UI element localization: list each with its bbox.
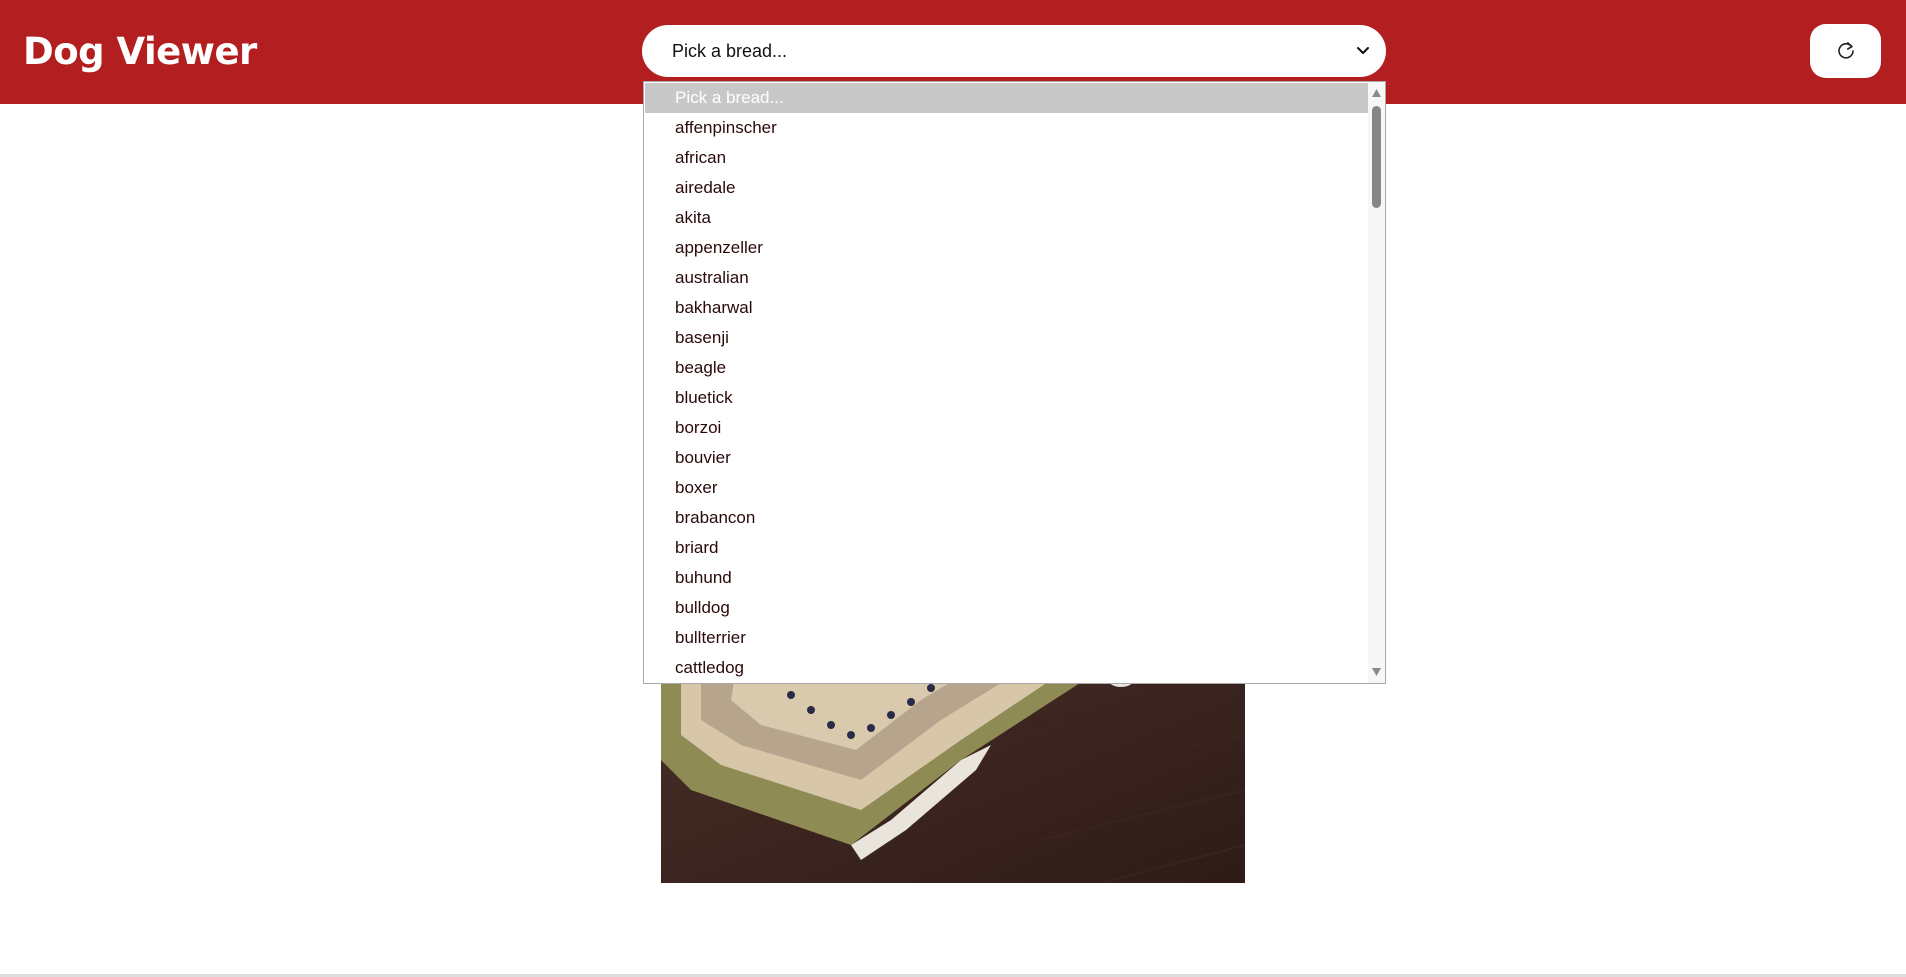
breed-option[interactable]: boxer [645,473,1368,503]
dropdown-scrollbar[interactable] [1368,82,1385,683]
breed-option[interactable]: cattledog [645,653,1368,683]
breed-option[interactable]: briard [645,533,1368,563]
breed-option[interactable]: bakharwal [645,293,1368,323]
chevron-down-icon [1357,47,1369,54]
breed-option[interactable]: australian [645,263,1368,293]
breed-option[interactable]: akita [645,203,1368,233]
breed-option[interactable]: affenpinscher [645,113,1368,143]
breed-option[interactable]: bulldog [645,593,1368,623]
breed-option[interactable]: bluetick [645,383,1368,413]
scroll-down-arrow-icon[interactable] [1372,668,1381,676]
breed-option[interactable]: appenzeller [645,233,1368,263]
breed-select[interactable]: Pick a bread... [642,25,1386,77]
breed-dropdown-list[interactable]: Pick a bread... affenpinscher african ai… [643,81,1386,684]
breed-option[interactable]: basenji [645,323,1368,353]
refresh-icon [1838,42,1854,59]
scrollbar-thumb[interactable] [1372,106,1381,208]
breed-option[interactable]: airedale [645,173,1368,203]
app-title: Dog Viewer [23,30,257,73]
breed-option[interactable]: beagle [645,353,1368,383]
scroll-up-arrow-icon[interactable] [1372,89,1381,97]
breed-option[interactable]: buhund [645,563,1368,593]
breed-option[interactable]: bouvier [645,443,1368,473]
breed-option[interactable]: borzoi [645,413,1368,443]
breed-option[interactable]: Pick a bread... [645,83,1368,113]
breed-option[interactable]: african [645,143,1368,173]
breed-option[interactable]: brabancon [645,503,1368,533]
refresh-button[interactable] [1810,24,1881,78]
breed-option[interactable]: bullterrier [645,623,1368,653]
breed-select-value: Pick a bread... [672,41,788,61]
